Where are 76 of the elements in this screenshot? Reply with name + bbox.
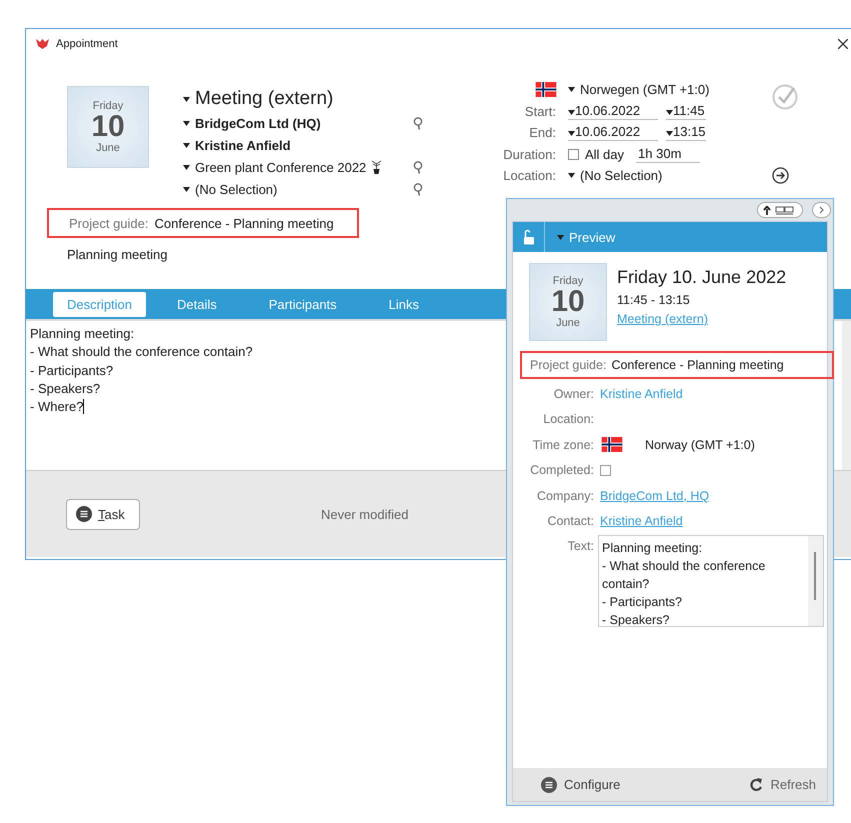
field-label: Location: (542, 412, 594, 426)
scrollbar-thumb[interactable] (814, 552, 816, 600)
project-guide-value: Conference - Planning meeting (611, 358, 784, 372)
subject-text: Planning meeting (67, 247, 168, 262)
duration-label: Duration: (502, 146, 556, 162)
list-icon (76, 506, 92, 522)
caret-icon (568, 131, 575, 136)
caret-icon (557, 234, 564, 240)
day-number: 10 (551, 287, 585, 317)
status-text: Never modified (321, 506, 408, 522)
field-label: Company: (536, 488, 594, 503)
scrollbar[interactable] (842, 321, 851, 470)
end-label: End: (528, 125, 556, 140)
day-number: 10 (91, 112, 125, 142)
end-date-dropdown[interactable]: 10.06.2022 (568, 124, 658, 142)
company-dropdown[interactable]: BridgeCom Ltd (HQ) (183, 116, 321, 130)
appointment-date-title: Friday 10. June 2022 (617, 267, 786, 288)
list-icon (541, 776, 557, 792)
app-logo-icon (36, 39, 49, 49)
refresh-icon (749, 777, 764, 792)
caret-icon (183, 96, 190, 102)
plant-icon (371, 160, 382, 174)
selection-dropdown[interactable]: (No Selection) (183, 182, 278, 196)
start-label: Start: (524, 104, 556, 119)
arrow-right-circle-icon[interactable] (772, 167, 789, 184)
time-range-text: 11:45 - 13:15 (617, 293, 691, 307)
caret-icon (666, 131, 673, 136)
field-label: Owner: (552, 386, 594, 401)
completed-checkbox[interactable] (600, 464, 611, 476)
location-dropdown[interactable]: (No Selection) (568, 168, 662, 184)
caret-icon (183, 120, 190, 126)
next-button[interactable] (812, 202, 831, 218)
all-day-label: All day (585, 146, 624, 162)
field-label: Completed: (529, 463, 594, 478)
window-title: Appointment (56, 38, 118, 50)
search-icon[interactable] (413, 182, 423, 196)
contact-dropdown[interactable]: Kristine Anfield (183, 138, 291, 152)
location-label: Location: (502, 168, 556, 184)
search-icon[interactable] (413, 116, 423, 130)
all-day-checkbox[interactable] (568, 148, 579, 160)
norway-flag-icon (600, 437, 624, 452)
project-guide-label: Project guide: (530, 358, 606, 372)
norway-flag-icon (534, 82, 558, 98)
end-time-dropdown[interactable]: 13:15 (666, 124, 706, 142)
weekday-label: Friday (92, 100, 124, 112)
caret-icon (568, 173, 575, 178)
caret-icon (568, 110, 575, 115)
caret-icon (183, 186, 190, 192)
configure-button[interactable]: Configure (541, 776, 620, 792)
month-label: June (96, 142, 120, 154)
timezone-dropdown[interactable]: Norwegen (GMT +1:0) (568, 82, 710, 98)
timezone-text: Norway (GMT +1:0) (645, 438, 755, 452)
project-guide-value: Conference - Planning meeting (154, 216, 334, 230)
chevron-right-icon (819, 206, 824, 214)
refresh-button[interactable]: Refresh (749, 777, 816, 792)
caret-icon (183, 164, 190, 170)
project-dropdown[interactable]: Green plant Conference 2022 (183, 160, 366, 174)
close-icon[interactable] (838, 39, 848, 49)
month-label: June (556, 317, 580, 329)
duration-field[interactable]: 1h 30m (636, 146, 700, 163)
field-label: Contact: (546, 514, 594, 528)
layout-toggle-button[interactable] (757, 202, 803, 218)
caret-icon (183, 142, 190, 148)
search-icon[interactable] (413, 160, 423, 174)
caret-icon (568, 87, 575, 92)
unlocked-lock-icon (522, 229, 534, 245)
start-date-dropdown[interactable]: 10.06.2022 (568, 102, 658, 120)
completed-check-icon[interactable] (772, 84, 798, 110)
weekday-label: Friday (552, 275, 584, 287)
type-dropdown[interactable]: Meeting (extern) (183, 88, 334, 110)
caret-icon (666, 110, 673, 115)
field-label: Text: (566, 539, 594, 555)
field-label: Time zone: (532, 438, 594, 452)
project-guide-label: Project guide: (69, 216, 148, 230)
start-time-dropdown[interactable]: 11:45 (666, 102, 706, 120)
task-button[interactable]: Task (66, 498, 140, 530)
